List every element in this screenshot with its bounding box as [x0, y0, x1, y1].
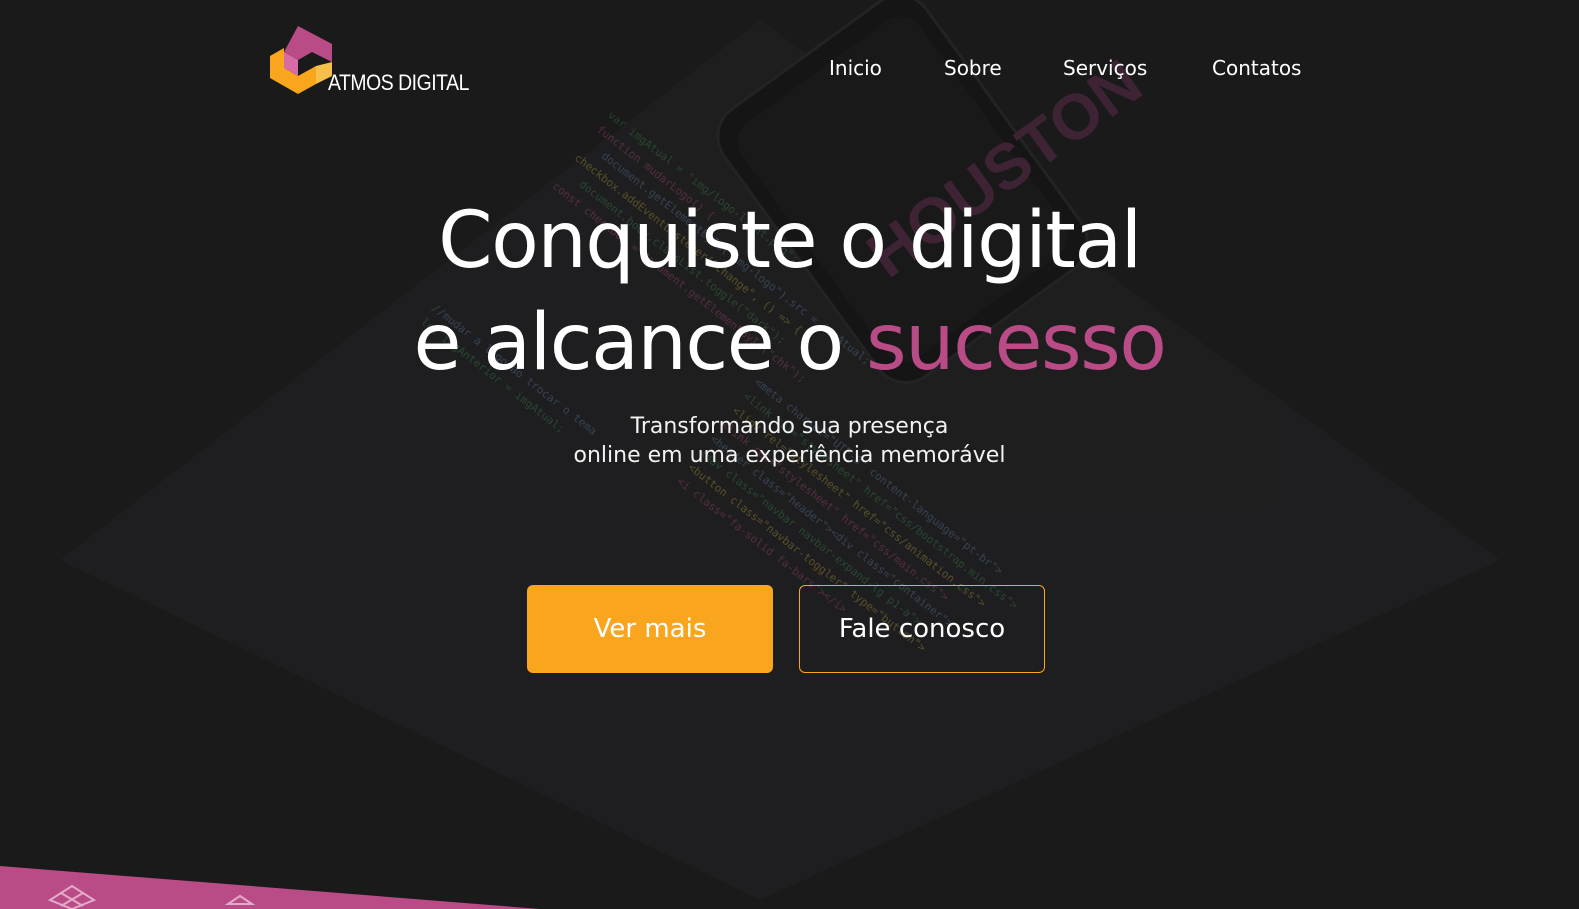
hero-subtitle: Transformando sua presença online em uma…: [0, 412, 1579, 470]
hero-subtitle-line1: Transformando sua presença: [630, 414, 949, 439]
svg-text:<meta charset="UTF-8" content-: <meta charset="UTF-8" content-language="…: [752, 376, 1006, 578]
hero-title-accent: sucesso: [866, 298, 1167, 388]
nav-item-servicos[interactable]: Serviços: [1063, 56, 1147, 80]
hero-title-line1: Conquiste o digital: [438, 196, 1142, 286]
main-nav: Inicio Sobre Serviços Contatos: [0, 56, 1579, 86]
fale-conosco-button[interactable]: Fale conosco: [799, 585, 1045, 673]
nav-item-contatos[interactable]: Contatos: [1212, 56, 1301, 80]
bottom-section-band: [0, 866, 540, 909]
hero-title: Conquiste o digital e alcance o sucesso: [0, 190, 1579, 394]
ver-mais-button[interactable]: Ver mais: [527, 585, 773, 673]
nav-item-inicio[interactable]: Inicio: [829, 56, 882, 80]
nav-item-sobre[interactable]: Sobre: [944, 56, 1002, 80]
hero-subtitle-line2: online em uma experiência memorável: [573, 443, 1006, 468]
hero-title-line2-prefix: e alcance o: [413, 298, 867, 388]
